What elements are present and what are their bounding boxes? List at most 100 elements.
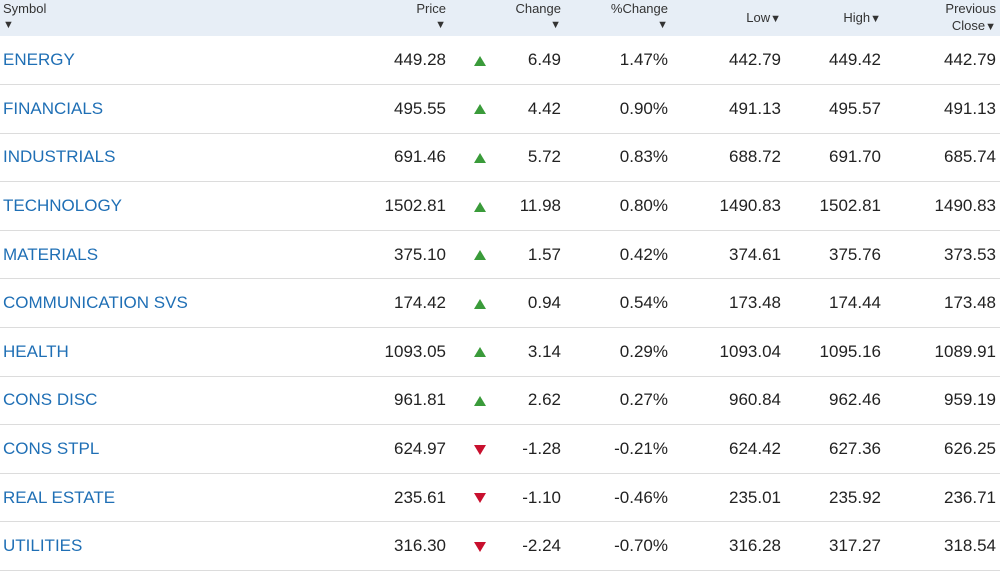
table-header-row: Symbol ▼ Price ▼ Change ▼ %Change ▼ Low▼… [0,0,1000,36]
table-row: MATERIALS 375.10 1.57 0.42% 374.61 375.76 373.… [0,230,1000,279]
triangle-up-icon [474,55,486,66]
symbol-link[interactable]: UTILITIES [3,536,82,555]
table-row: TECHNOLOGY 1502.81 11.98 0.80% 1490.83 1502.8… [0,182,1000,231]
direction-cell [450,328,510,377]
direction-cell [450,376,510,425]
low-cell: 624.42 [729,439,781,459]
low-cell: 442.79 [729,50,781,70]
price-cell: 235.61 [394,487,446,507]
direction-cell [450,473,510,522]
symbol-link[interactable]: MATERIALS [3,245,98,264]
sector-quotes-table: Symbol ▼ Price ▼ Change ▼ %Change ▼ Low▼… [0,0,1000,571]
high-cell: 317.27 [829,536,881,556]
column-header-change-label: Change [515,1,561,16]
direction-cell [450,85,510,134]
high-cell: 174.44 [829,293,881,313]
price-cell: 174.42 [394,293,446,313]
sort-arrow-icon[interactable]: ▼ [280,17,446,34]
previous-close-cell: 1089.91 [934,341,996,361]
pct-change-cell: 0.54% [619,293,668,313]
sort-arrow-icon[interactable]: ▼ [870,13,881,25]
symbol-link[interactable]: INDUSTRIALS [3,147,115,166]
column-header-high[interactable]: High▼ [785,0,885,36]
symbol-cell: CONS STPL [0,425,280,474]
pct-change-cell: 0.29% [619,341,668,361]
table-row: ENERGY 449.28 6.49 1.47% 442.79 449.42 442.79 [0,36,1000,85]
direction-cell [450,36,510,85]
change-cell: 5.72 [527,147,561,167]
sort-arrow-icon[interactable]: ▼ [510,17,561,34]
low-cell: 688.72 [729,147,781,167]
symbol-link[interactable]: TECHNOLOGY [3,196,122,215]
high-cell: 375.76 [829,244,881,264]
column-header-price[interactable]: Price ▼ [280,0,450,36]
column-header-direction [450,0,510,36]
pct-change-cell: -0.21% [614,439,668,459]
high-cell: 495.57 [829,98,881,118]
symbol-link[interactable]: REAL ESTATE [3,488,115,507]
triangle-up-icon [474,250,486,261]
pct-change-cell: 0.42% [619,244,668,264]
symbol-cell: HEALTH [0,328,280,377]
column-header-price-label: Price [416,1,446,16]
symbol-cell: COMMUNICATION SVS [0,279,280,328]
previous-close-cell: 442.79 [944,50,996,70]
table-row: FINANCIALS 495.55 4.42 0.90% 491.13 495.57 491… [0,85,1000,134]
high-cell: 235.92 [829,487,881,507]
column-header-pct-change[interactable]: %Change ▼ [565,0,672,36]
direction-cell [450,133,510,182]
symbol-cell: ENERGY [0,36,280,85]
low-cell: 1490.83 [719,196,781,216]
high-cell: 1095.16 [819,341,881,361]
change-cell: -1.28 [522,439,561,459]
price-cell: 1502.81 [384,196,446,216]
table-row: HEALTH 1093.05 3.14 0.29% 1093.04 1095.16 1089… [0,328,1000,377]
column-header-previous-close[interactable]: Previous Close▼ [885,0,1000,36]
symbol-link[interactable]: COMMUNICATION SVS [3,293,188,312]
change-cell: 0.94 [527,293,561,313]
previous-close-cell: 373.53 [944,244,996,264]
triangle-up-icon [474,152,486,163]
price-cell: 449.28 [394,50,446,70]
symbol-cell: CONS DISC [0,376,280,425]
price-cell: 1093.05 [384,341,446,361]
table-row: REAL ESTATE 235.61 -1.10 -0.46% 235.01 235.92… [0,473,1000,522]
sort-arrow-icon[interactable]: ▼ [770,13,781,25]
change-cell: 3.14 [527,341,561,361]
symbol-link[interactable]: CONS STPL [3,439,99,458]
symbol-link[interactable]: CONS DISC [3,390,97,409]
triangle-down-icon [474,493,486,504]
symbol-link[interactable]: FINANCIALS [3,99,103,118]
column-header-low[interactable]: Low▼ [672,0,785,36]
high-cell: 691.70 [829,147,881,167]
sort-arrow-icon[interactable]: ▼ [565,17,668,34]
table-row: COMMUNICATION SVS 174.42 0.94 0.54% 173.48 17… [0,279,1000,328]
change-cell: 6.49 [527,50,561,70]
triangle-up-icon [474,347,486,358]
price-cell: 375.10 [394,244,446,264]
high-cell: 627.36 [829,439,881,459]
sort-arrow-icon[interactable]: ▼ [3,17,276,34]
sort-arrow-icon[interactable]: ▼ [985,21,996,33]
triangle-up-icon [474,201,486,212]
price-cell: 691.46 [394,147,446,167]
symbol-cell: FINANCIALS [0,85,280,134]
low-cell: 173.48 [729,293,781,313]
column-header-symbol[interactable]: Symbol ▼ [0,0,280,36]
symbol-link[interactable]: ENERGY [3,50,75,69]
low-cell: 374.61 [729,244,781,264]
symbol-link[interactable]: HEALTH [3,342,69,361]
change-cell: -1.10 [522,487,561,507]
direction-cell [450,522,510,571]
previous-close-cell: 491.13 [944,98,996,118]
table-row: UTILITIES 316.30 -2.24 -0.70% 316.28 317.27 31… [0,522,1000,571]
direction-cell [450,182,510,231]
previous-close-cell: 1490.83 [934,196,996,216]
column-header-change[interactable]: Change ▼ [510,0,565,36]
pct-change-cell: 0.90% [619,98,668,118]
price-cell: 316.30 [394,536,446,556]
high-cell: 449.42 [829,50,881,70]
pct-change-cell: -0.70% [614,536,668,556]
triangle-down-icon [474,541,486,552]
triangle-up-icon [474,104,486,115]
